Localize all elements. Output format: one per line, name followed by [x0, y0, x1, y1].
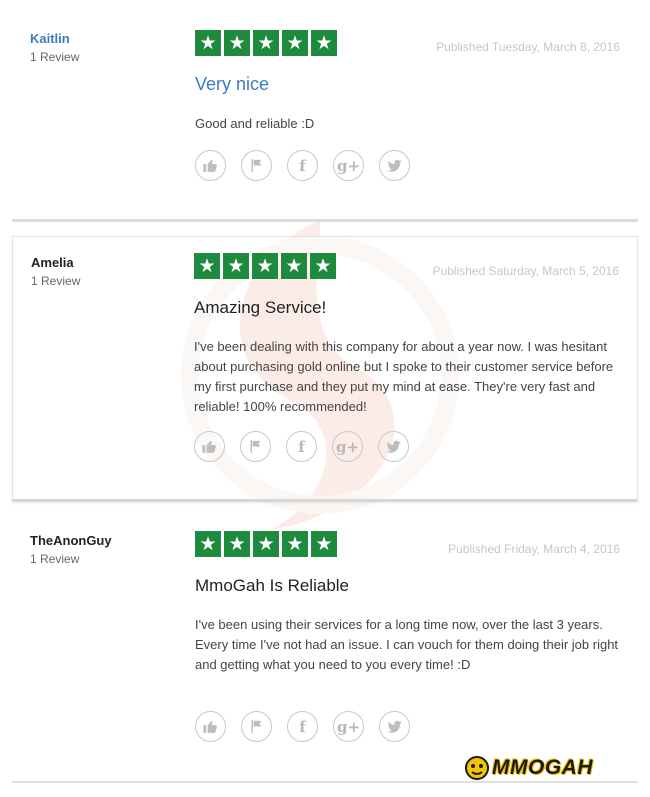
star-icon: ★ — [281, 253, 307, 279]
review-body: Good and reliable :D — [195, 116, 315, 131]
review-count: 1 Review — [31, 274, 81, 288]
star-icon: ★ — [194, 253, 220, 279]
facebook-icon[interactable]: f — [287, 711, 318, 742]
brand-logo: MMOGAH — [462, 754, 593, 782]
star-rating: ★ ★ ★ ★ ★ — [194, 253, 336, 279]
review-count: 1 Review — [30, 552, 80, 566]
star-icon: ★ — [311, 531, 337, 557]
share-bar: f g+ — [195, 150, 410, 181]
star-rating: ★ ★ ★ ★ ★ — [195, 30, 337, 56]
star-icon: ★ — [224, 531, 250, 557]
thumbs-up-icon[interactable] — [194, 431, 225, 462]
review-card: TheAnonGuy 1 Review ★ ★ ★ ★ ★ Published … — [12, 515, 638, 783]
review-title[interactable]: Amazing Service! — [194, 298, 326, 318]
logo-text: MMOGAH — [492, 756, 593, 779]
star-icon: ★ — [223, 253, 249, 279]
twitter-icon[interactable] — [379, 150, 410, 181]
review-author[interactable]: Amelia — [31, 255, 74, 270]
facebook-icon[interactable]: f — [287, 150, 318, 181]
share-bar: f g+ — [194, 431, 409, 462]
star-icon: ★ — [253, 531, 279, 557]
review-card: Amelia 1 Review ★ ★ ★ ★ ★ Published Satu… — [12, 236, 638, 502]
flag-icon[interactable] — [241, 711, 272, 742]
star-icon: ★ — [252, 253, 278, 279]
google-plus-icon[interactable]: g+ — [333, 711, 364, 742]
star-icon: ★ — [282, 30, 308, 56]
google-plus-icon[interactable]: g+ — [332, 431, 363, 462]
thumbs-up-icon[interactable] — [195, 711, 226, 742]
review-author[interactable]: Kaitlin — [30, 31, 70, 46]
flag-icon[interactable] — [240, 431, 271, 462]
published-date: Published Tuesday, March 8, 2016 — [436, 40, 620, 54]
thumbs-up-icon[interactable] — [195, 150, 226, 181]
star-icon: ★ — [282, 531, 308, 557]
review-card: Kaitlin 1 Review ★ ★ ★ ★ ★ Published Tue… — [12, 0, 638, 222]
twitter-icon[interactable] — [378, 431, 409, 462]
twitter-icon[interactable] — [379, 711, 410, 742]
mascot-icon — [465, 756, 489, 780]
star-icon: ★ — [311, 30, 337, 56]
star-icon: ★ — [224, 30, 250, 56]
review-author[interactable]: TheAnonGuy — [30, 533, 112, 548]
published-date: Published Friday, March 4, 2016 — [448, 542, 620, 556]
review-title[interactable]: MmoGah Is Reliable — [195, 576, 349, 596]
review-title[interactable]: Very nice — [195, 74, 269, 95]
star-icon: ★ — [195, 531, 221, 557]
share-bar: f g+ — [195, 711, 410, 742]
review-body: I've been dealing with this company for … — [194, 339, 614, 414]
google-plus-icon[interactable]: g+ — [333, 150, 364, 181]
star-icon: ★ — [195, 30, 221, 56]
review-count: 1 Review — [30, 50, 80, 64]
star-rating: ★ ★ ★ ★ ★ — [195, 531, 337, 557]
star-icon: ★ — [253, 30, 279, 56]
review-body: I've been using their services for a lon… — [195, 617, 619, 672]
star-icon: ★ — [310, 253, 336, 279]
facebook-icon[interactable]: f — [286, 431, 317, 462]
flag-icon[interactable] — [241, 150, 272, 181]
published-date: Published Saturday, March 5, 2016 — [432, 264, 619, 278]
